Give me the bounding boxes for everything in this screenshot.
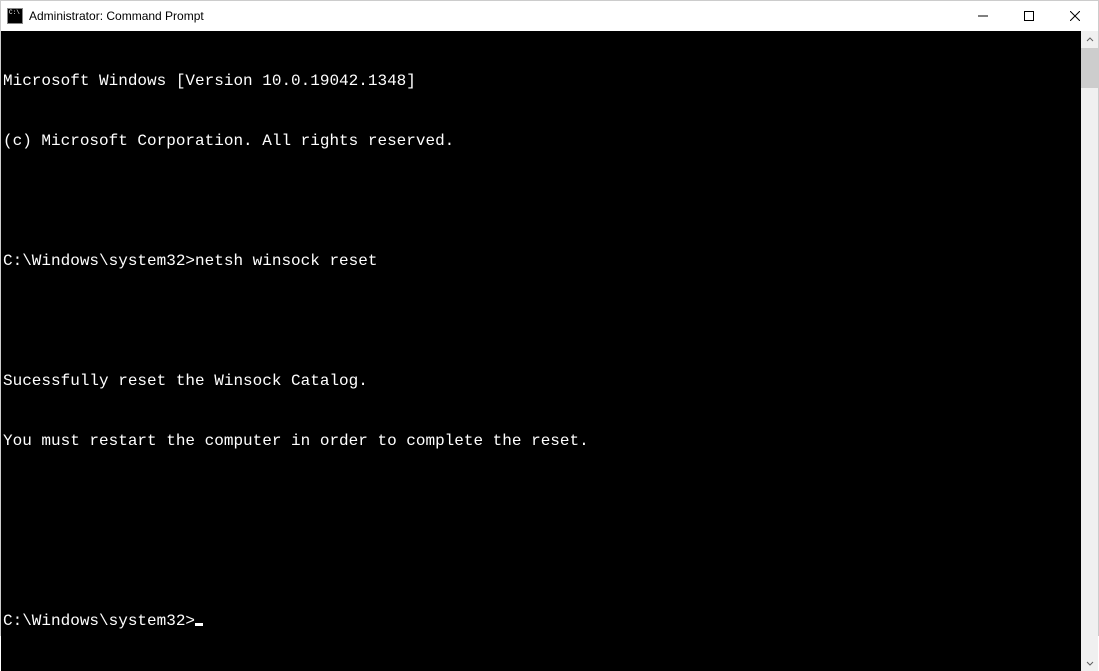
banner-line-1: Microsoft Windows [Version 10.0.19042.13… (3, 71, 1081, 91)
scroll-down-button[interactable] (1081, 654, 1098, 671)
command-line-1: C:\Windows\system32>netsh winsock reset (3, 251, 1081, 271)
current-prompt-line: C:\Windows\system32> (3, 611, 1081, 631)
cmd-app-icon (7, 8, 23, 24)
blank-line (3, 491, 1081, 511)
scrollbar-track[interactable] (1081, 48, 1098, 654)
maximize-button[interactable] (1006, 1, 1052, 31)
prompt-2: C:\Windows\system32> (3, 612, 195, 630)
window-title: Administrator: Command Prompt (29, 9, 204, 23)
cursor (195, 623, 203, 626)
output-line-2: You must restart the computer in order t… (3, 431, 1081, 451)
output-line-1: Sucessfully reset the Winsock Catalog. (3, 371, 1081, 391)
close-button[interactable] (1052, 1, 1098, 31)
minimize-button[interactable] (960, 1, 1006, 31)
blank-line (3, 311, 1081, 331)
scrollbar-thumb[interactable] (1081, 48, 1098, 88)
prompt-1: C:\Windows\system32> (3, 252, 195, 270)
maximize-icon (1024, 11, 1034, 21)
chevron-up-icon (1086, 36, 1094, 44)
minimize-icon (978, 11, 988, 21)
scroll-up-button[interactable] (1081, 31, 1098, 48)
close-icon (1070, 11, 1080, 21)
chevron-down-icon (1086, 659, 1094, 667)
banner-line-2: (c) Microsoft Corporation. All rights re… (3, 131, 1081, 151)
command-1: netsh winsock reset (195, 252, 377, 270)
titlebar: Administrator: Command Prompt (1, 1, 1098, 31)
blank-line (3, 551, 1081, 571)
app-window: Administrator: Command Prompt Microsoft … (0, 0, 1099, 636)
terminal[interactable]: Microsoft Windows [Version 10.0.19042.13… (1, 31, 1081, 671)
vertical-scrollbar[interactable] (1081, 31, 1098, 671)
client-area: Microsoft Windows [Version 10.0.19042.13… (1, 31, 1098, 671)
blank-line (3, 191, 1081, 211)
